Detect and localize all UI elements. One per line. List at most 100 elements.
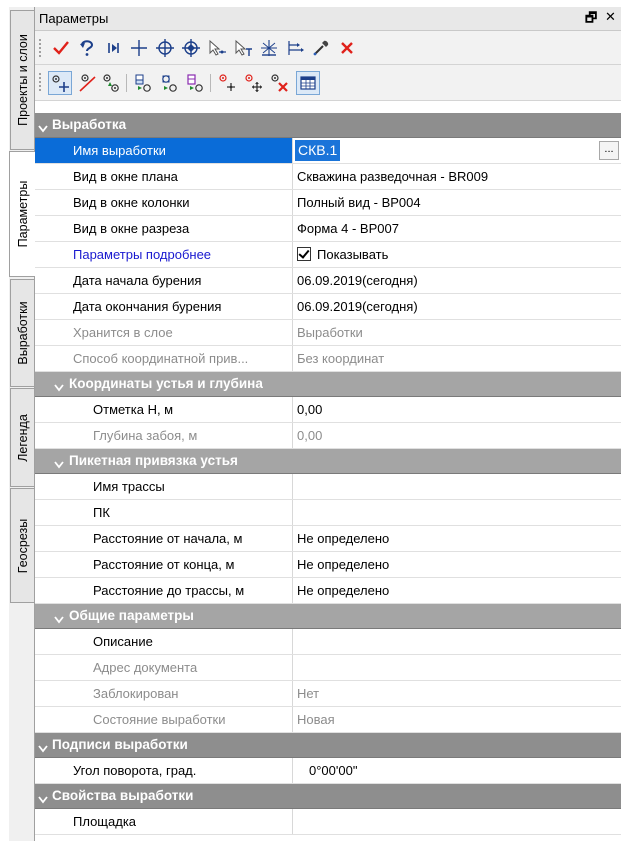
select-arrow-t-icon[interactable] <box>231 36 255 60</box>
close-icon[interactable]: ✕ <box>605 9 616 25</box>
row-depth: Глубина забоя, м 0,00 <box>35 423 621 449</box>
cursor-line-icon[interactable] <box>101 36 125 60</box>
row-plan-view[interactable]: Вид в окне плана Скважина разведочная - … <box>35 164 621 190</box>
property-label: Имя выработки <box>35 138 293 163</box>
property-grid: Выработка Имя выработки СКВ.1 ... Вид в … <box>35 113 621 835</box>
check-icon[interactable] <box>49 36 73 60</box>
toolbar-grip[interactable] <box>38 38 42 58</box>
property-label: Расстояние до трассы, м <box>35 578 293 603</box>
panel-titlebar: Параметры 🗗 ✕ <box>35 7 621 31</box>
row-start-date[interactable]: Дата начала бурения 06.09.2019(сегодня) <box>35 268 621 294</box>
side-tab-workings[interactable]: Выработки <box>10 279 34 387</box>
line-segment-icon[interactable] <box>75 71 99 95</box>
property-label: Глубина забоя, м <box>35 423 293 448</box>
eyedropper-icon[interactable] <box>309 36 333 60</box>
category-coords[interactable]: Координаты устья и глубина <box>35 372 621 397</box>
property-label: Вид в окне плана <box>35 164 293 189</box>
name-value[interactable]: СКВ.1 <box>295 140 341 161</box>
row-dist-from-start[interactable]: Расстояние от начала, м Не определено <box>35 526 621 552</box>
property-label: Расстояние от конца, м <box>35 552 293 577</box>
property-label: Заблокирован <box>35 681 293 706</box>
select-arrow-icon[interactable] <box>205 36 229 60</box>
property-value[interactable] <box>293 809 621 834</box>
property-value[interactable]: Не определено <box>293 578 621 603</box>
chevron-down-icon[interactable] <box>54 612 64 627</box>
more-params-link[interactable]: Параметры подробнее <box>35 242 293 267</box>
row-more-params[interactable]: Параметры подробнее Показывать <box>35 242 621 268</box>
property-label: Дата начала бурения <box>35 268 293 293</box>
property-value[interactable]: 06.09.2019(сегодня) <box>293 268 621 293</box>
marker-add-icon[interactable] <box>215 71 239 95</box>
toolbar-separator <box>210 74 211 92</box>
category-labels[interactable]: Подписи выработки <box>35 733 621 758</box>
category-picket[interactable]: Пикетная привязка устья <box>35 449 621 474</box>
side-tab-projects-layers[interactable]: Проекты и слои <box>10 10 34 150</box>
row-column-view[interactable]: Вид в окне колонки Полный вид - BP004 <box>35 190 621 216</box>
property-value[interactable] <box>293 629 621 654</box>
chevron-down-icon[interactable] <box>38 741 48 756</box>
category-vyrabotka[interactable]: Выработка <box>35 113 621 138</box>
property-value[interactable]: 06.09.2019(сегодня) <box>293 294 621 319</box>
property-value[interactable]: Скважина разведочная - BR009 <box>293 164 621 189</box>
row-name[interactable]: Имя выработки СКВ.1 ... <box>35 138 621 164</box>
browse-button[interactable]: ... <box>599 141 619 160</box>
marker-move-icon[interactable] <box>241 71 265 95</box>
chevron-down-icon[interactable] <box>38 121 48 136</box>
row-rotation-angle[interactable]: Угол поворота, град. 0°00'00" <box>35 758 621 784</box>
point-add-icon[interactable] <box>48 71 72 95</box>
toolbar-grip[interactable] <box>38 72 42 92</box>
undo-pick-icon[interactable] <box>75 36 99 60</box>
row-description[interactable]: Описание <box>35 629 621 655</box>
show-checkbox[interactable] <box>297 247 311 261</box>
side-tab-parameters[interactable]: Параметры <box>9 151 35 277</box>
plus-icon[interactable] <box>127 36 151 60</box>
row-site[interactable]: Площадка <box>35 809 621 835</box>
property-value[interactable]: Не определено <box>293 552 621 577</box>
property-value: Без координат <box>297 351 385 366</box>
row-pk[interactable]: ПК <box>35 500 621 526</box>
circle-plus-icon[interactable] <box>153 36 177 60</box>
diamond-plus-icon[interactable] <box>179 36 203 60</box>
row-dist-to-route[interactable]: Расстояние до трассы, м Не определено <box>35 578 621 604</box>
point-minus-icon[interactable] <box>99 71 123 95</box>
row-dist-from-end[interactable]: Расстояние от конца, м Не определено <box>35 552 621 578</box>
category-props[interactable]: Свойства выработки <box>35 784 621 809</box>
distance-icon[interactable] <box>283 36 307 60</box>
property-label: Дата окончания бурения <box>35 294 293 319</box>
side-tab-legend[interactable]: Легенда <box>10 388 34 487</box>
property-label: Расстояние от начала, м <box>35 526 293 551</box>
chevron-down-icon[interactable] <box>54 380 64 395</box>
property-value[interactable]: 0,00 <box>293 397 621 422</box>
parameters-panel: Параметры 🗗 ✕ Выработка Имя выработки СК… <box>35 7 621 841</box>
area-icon[interactable] <box>257 36 281 60</box>
row-elevation[interactable]: Отметка Н, м 0,00 <box>35 397 621 423</box>
show-checkbox-field[interactable]: Показывать <box>293 242 621 267</box>
chevron-down-icon[interactable] <box>38 792 48 807</box>
panel-title: Параметры <box>39 11 109 26</box>
property-value-field[interactable]: СКВ.1 ... <box>293 138 621 163</box>
property-value: Нет <box>297 686 320 701</box>
row-doc-address: Адрес документа <box>35 655 621 681</box>
table-icon[interactable] <box>296 71 320 95</box>
side-tab-geosections[interactable]: Геосрезы <box>10 488 34 603</box>
property-value[interactable]: Форма 4 - BP007 <box>293 216 621 241</box>
property-value[interactable]: Полный вид - BP004 <box>293 190 621 215</box>
marker-delete-icon[interactable] <box>267 71 291 95</box>
category-label: Координаты устья и глубина <box>69 376 263 391</box>
delete-icon[interactable] <box>335 36 359 60</box>
layer-add-icon[interactable] <box>131 71 155 95</box>
property-value[interactable]: Не определено <box>293 526 621 551</box>
property-value[interactable] <box>293 474 621 499</box>
layer-move-icon[interactable] <box>183 71 207 95</box>
row-route-name[interactable]: Имя трассы <box>35 474 621 500</box>
property-label: Описание <box>35 629 293 654</box>
property-value[interactable] <box>293 500 621 525</box>
layer-copy-icon[interactable] <box>157 71 181 95</box>
category-general[interactable]: Общие параметры <box>35 604 621 629</box>
chevron-down-icon[interactable] <box>54 457 64 472</box>
property-value: 0,00 <box>297 428 323 443</box>
property-value[interactable]: 0°00'00" <box>293 758 621 783</box>
float-window-icon[interactable]: 🗗 <box>585 9 597 31</box>
row-section-view[interactable]: Вид в окне разреза Форма 4 - BP007 <box>35 216 621 242</box>
row-end-date[interactable]: Дата окончания бурения 06.09.2019(сегодн… <box>35 294 621 320</box>
